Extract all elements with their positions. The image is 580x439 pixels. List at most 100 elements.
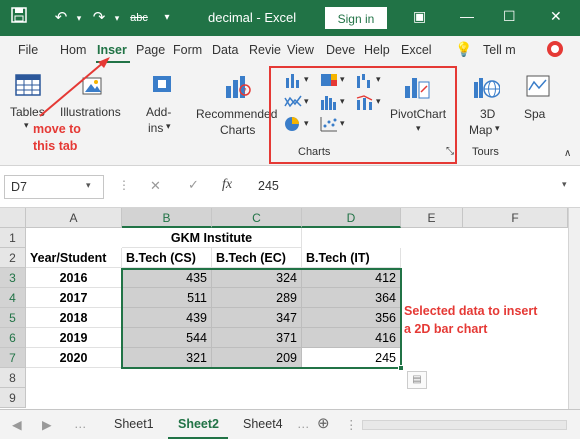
undo-dropdown-icon[interactable]: ▾ bbox=[68, 7, 90, 29]
combo-chart-icon[interactable] bbox=[356, 94, 374, 113]
statistic-chart-dropdown-icon[interactable]: ▾ bbox=[340, 96, 345, 107]
year-cell[interactable]: 2017 bbox=[26, 288, 122, 308]
pie-chart-dropdown-icon[interactable]: ▾ bbox=[304, 118, 309, 129]
recommended-charts-button[interactable]: Recommended bbox=[196, 107, 277, 121]
header-cell-it[interactable]: B.Tech (IT) bbox=[302, 248, 401, 268]
column-header-b[interactable]: B bbox=[122, 208, 212, 228]
spelling-button[interactable]: abc bbox=[124, 7, 154, 29]
pie-chart-icon[interactable] bbox=[284, 116, 302, 135]
sparklines-button[interactable]: Spa bbox=[524, 107, 545, 121]
expand-formula-bar-icon[interactable]: ▾ bbox=[562, 179, 567, 190]
waterfall-chart-dropdown-icon[interactable]: ▾ bbox=[376, 74, 381, 85]
column-header-e[interactable]: E bbox=[401, 208, 463, 228]
header-cell-cs[interactable]: B.Tech (CS) bbox=[122, 248, 212, 268]
tell-me-search[interactable]: Tell m bbox=[483, 43, 516, 57]
maximize-icon[interactable]: ☐ bbox=[503, 8, 516, 25]
3d-map-icon[interactable] bbox=[472, 72, 501, 103]
header-cell-year[interactable]: Year/Student bbox=[26, 248, 122, 268]
row-header-7[interactable]: 7 bbox=[0, 348, 26, 368]
charts-dialog-launcher-icon[interactable]: ⤡ bbox=[446, 146, 454, 157]
addins-icon[interactable] bbox=[150, 72, 174, 99]
scatter-chart-dropdown-icon[interactable]: ▾ bbox=[340, 118, 345, 129]
next-sheet-nav-icon[interactable]: ▶ bbox=[42, 417, 52, 432]
ribbon-display-icon[interactable]: ▣ bbox=[413, 8, 426, 25]
customize-toolbar-icon[interactable]: ▾ bbox=[156, 7, 178, 29]
tab-help[interactable]: Help bbox=[364, 43, 390, 57]
statistic-chart-icon[interactable] bbox=[320, 94, 338, 113]
sheet-tab-sheet1[interactable]: Sheet1 bbox=[114, 417, 154, 431]
account-icon[interactable] bbox=[546, 40, 564, 61]
row-header-6[interactable]: 6 bbox=[0, 328, 26, 348]
sparklines-icon[interactable] bbox=[526, 74, 550, 101]
pivotchart-dropdown-icon[interactable]: ▾ bbox=[416, 123, 421, 134]
tab-review[interactable]: Revie bbox=[249, 43, 281, 57]
3d-map-button[interactable]: 3D bbox=[480, 107, 495, 121]
hierarchy-chart-icon[interactable] bbox=[320, 72, 338, 91]
first-sheet-nav-icon[interactable]: ◀ bbox=[12, 417, 22, 432]
row-header-8[interactable]: 8 bbox=[0, 368, 26, 388]
row-header-5[interactable]: 5 bbox=[0, 308, 26, 328]
name-box-dropdown-icon[interactable]: ▾ bbox=[86, 180, 91, 191]
minimize-icon[interactable]: — bbox=[460, 8, 474, 24]
year-cell[interactable]: 2019 bbox=[26, 328, 122, 348]
enter-icon[interactable]: ✓ bbox=[188, 177, 199, 193]
more-sheets-icon[interactable]: … bbox=[74, 417, 87, 431]
row-header-1[interactable]: 1 bbox=[0, 228, 26, 248]
year-cell[interactable]: 2020 bbox=[26, 348, 122, 368]
3d-map-dropdown-icon[interactable]: ▾ bbox=[495, 123, 500, 134]
more-sheets-right-icon[interactable]: … bbox=[297, 417, 310, 431]
addins-button[interactable]: Add- bbox=[146, 105, 171, 119]
sheet-tab-sheet2[interactable]: Sheet2 bbox=[178, 417, 219, 431]
3d-map-button-line2[interactable]: Map bbox=[469, 123, 492, 137]
tab-developer[interactable]: Deve bbox=[326, 43, 355, 57]
year-cell[interactable]: 2016 bbox=[26, 268, 122, 288]
save-icon[interactable] bbox=[8, 7, 30, 29]
lightbulb-icon[interactable]: 💡 bbox=[455, 41, 472, 58]
combo-chart-dropdown-icon[interactable]: ▾ bbox=[376, 96, 381, 107]
addins-dropdown-icon[interactable]: ▾ bbox=[166, 121, 171, 132]
select-all-corner[interactable] bbox=[0, 208, 26, 228]
row-header-9[interactable]: 9 bbox=[0, 388, 26, 408]
tab-formulas[interactable]: Form bbox=[173, 43, 202, 57]
sign-in-button[interactable]: Sign in bbox=[325, 7, 387, 29]
ribbon-collapse-icon[interactable]: ∧ bbox=[564, 148, 571, 159]
pivotchart-button[interactable]: PivotChart bbox=[390, 107, 446, 121]
row-header-4[interactable]: 4 bbox=[0, 288, 26, 308]
tab-page-layout[interactable]: Page bbox=[136, 43, 165, 57]
fill-handle[interactable] bbox=[398, 365, 404, 371]
line-chart-dropdown-icon[interactable]: ▾ bbox=[304, 96, 309, 107]
hierarchy-chart-dropdown-icon[interactable]: ▾ bbox=[340, 74, 345, 85]
column-chart-dropdown-icon[interactable]: ▾ bbox=[304, 74, 309, 85]
quick-analysis-icon[interactable]: ▤ bbox=[407, 371, 427, 389]
horizontal-scrollbar[interactable] bbox=[362, 420, 567, 430]
year-cell[interactable]: 2018 bbox=[26, 308, 122, 328]
recommended-charts-label[interactable]: Charts bbox=[220, 123, 255, 137]
line-chart-icon[interactable] bbox=[284, 94, 302, 113]
cancel-icon[interactable]: ✕ bbox=[150, 178, 161, 194]
addins-button-line2[interactable]: ins bbox=[148, 121, 163, 135]
tab-split-icon[interactable]: ⋮ bbox=[345, 417, 358, 432]
column-header-f[interactable]: F bbox=[463, 208, 568, 228]
insert-function-icon[interactable]: fx bbox=[222, 177, 232, 193]
header-cell-ec[interactable]: B.Tech (EC) bbox=[212, 248, 302, 268]
column-header-d[interactable]: D bbox=[302, 208, 401, 228]
tab-data[interactable]: Data bbox=[212, 43, 238, 57]
scatter-chart-icon[interactable] bbox=[320, 116, 338, 135]
title-cell[interactable]: GKM Institute bbox=[122, 228, 302, 248]
add-sheet-icon[interactable]: ⊕ bbox=[317, 414, 330, 432]
close-icon[interactable]: ✕ bbox=[550, 8, 562, 25]
pivotchart-icon[interactable] bbox=[403, 72, 431, 103]
row-header-3[interactable]: 3 bbox=[0, 268, 26, 288]
formula-input[interactable]: 245 bbox=[252, 175, 576, 199]
tab-excel[interactable]: Excel bbox=[401, 43, 432, 57]
recommended-charts-icon[interactable]: ? bbox=[224, 72, 252, 103]
tab-view[interactable]: View bbox=[287, 43, 314, 57]
column-header-a[interactable]: A bbox=[26, 208, 122, 228]
formula-bar: D7 ▾ ⋮ ✕ ✓ fx 245 ▾ bbox=[0, 166, 580, 208]
sheet-tab-sheet4[interactable]: Sheet4 bbox=[243, 417, 283, 431]
waterfall-chart-icon[interactable] bbox=[356, 72, 374, 91]
vertical-scrollbar[interactable] bbox=[568, 208, 580, 409]
column-chart-icon[interactable] bbox=[284, 72, 302, 91]
column-header-c[interactable]: C bbox=[212, 208, 302, 228]
row-header-2[interactable]: 2 bbox=[0, 248, 26, 268]
